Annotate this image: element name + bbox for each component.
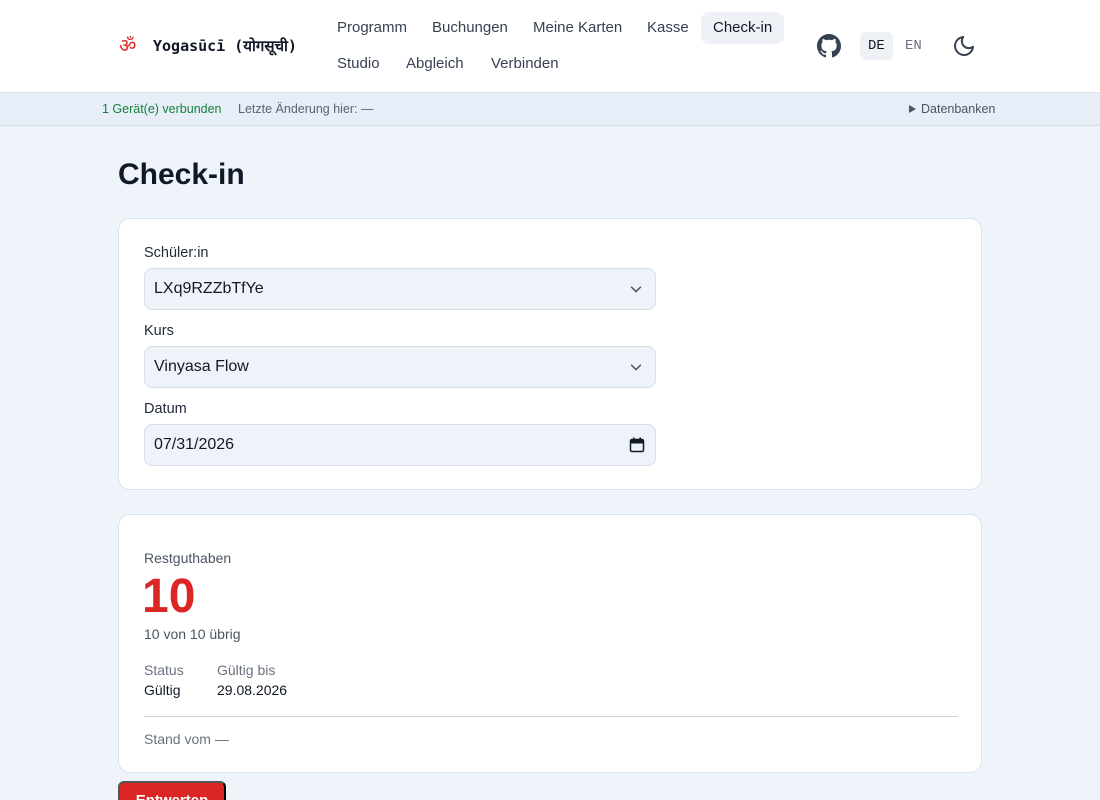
valid-until-label: Gültig bis bbox=[217, 662, 276, 678]
student-select-value: LXq9RZZbTfYe bbox=[154, 280, 264, 297]
check-in-form-card: Schüler:in LXq9RZZbTfYe Kurs Vinyasa Flo… bbox=[118, 218, 982, 490]
chevron-down-icon bbox=[630, 364, 642, 371]
nav-item-verbinden[interactable]: Verbinden bbox=[479, 48, 571, 80]
balance-subtitle: 10 von 10 übrig bbox=[144, 626, 241, 642]
course-label: Kurs bbox=[144, 323, 174, 339]
github-icon[interactable] bbox=[817, 34, 841, 58]
student-label: Schüler:in bbox=[144, 245, 209, 261]
date-input[interactable]: 07/31/2026 bbox=[144, 424, 656, 466]
calendar-icon[interactable] bbox=[629, 437, 645, 453]
void-button[interactable]: Entwerten bbox=[118, 781, 226, 800]
databases-toggle[interactable]: Datenbanken bbox=[909, 102, 995, 116]
app-title: Yogasūcī (योगसूची) bbox=[153, 37, 297, 55]
nav-item-studio[interactable]: Studio bbox=[325, 48, 392, 80]
chevron-down-icon bbox=[630, 286, 642, 293]
connected-devices-status: 1 Gerät(e) verbunden bbox=[102, 102, 222, 116]
language-en-button[interactable]: EN bbox=[897, 32, 930, 60]
balance-label: Restguthaben bbox=[144, 550, 232, 566]
valid-until-value: 29.08.2026 bbox=[217, 682, 288, 698]
course-select[interactable]: Vinyasa Flow bbox=[144, 346, 656, 388]
nav-item-buchungen[interactable]: Buchungen bbox=[420, 12, 520, 44]
stand-timestamp: Stand vom — bbox=[144, 731, 229, 747]
moon-icon[interactable] bbox=[952, 34, 976, 58]
databases-label: Datenbanken bbox=[921, 102, 996, 116]
last-change-status: Letzte Änderung hier: — bbox=[238, 102, 374, 116]
om-icon: ॐ bbox=[119, 35, 137, 57]
balance-card: Restguthaben 10 10 von 10 übrig Status G… bbox=[118, 514, 982, 773]
page-title: Check-in bbox=[118, 158, 245, 191]
date-label: Datum bbox=[144, 401, 187, 417]
brand[interactable]: ॐ Yogasūcī (योगसूची) bbox=[119, 35, 297, 57]
student-select[interactable]: LXq9RZZbTfYe bbox=[144, 268, 656, 310]
divider bbox=[144, 716, 958, 717]
balance-value: 10 bbox=[142, 570, 196, 623]
status-bar: 1 Gerät(e) verbunden Letzte Änderung hie… bbox=[0, 93, 1100, 126]
status-value: Gültig bbox=[144, 682, 181, 698]
nav-item-abgleich[interactable]: Abgleich bbox=[394, 48, 476, 80]
nav-item-programm[interactable]: Programm bbox=[325, 12, 419, 44]
status-label: Status bbox=[144, 662, 184, 678]
nav-item-meine-karten[interactable]: Meine Karten bbox=[521, 12, 634, 44]
nav-item-kasse[interactable]: Kasse bbox=[635, 12, 701, 44]
top-header: ॐ Yogasūcī (योगसूची) Programm Buchungen … bbox=[0, 0, 1100, 93]
nav-item-check-in[interactable]: Check-in bbox=[701, 12, 785, 44]
triangle-right-icon bbox=[909, 105, 916, 113]
language-de-button[interactable]: DE bbox=[860, 32, 893, 60]
date-input-value: 07/31/2026 bbox=[154, 436, 235, 453]
course-select-value: Vinyasa Flow bbox=[154, 358, 249, 375]
